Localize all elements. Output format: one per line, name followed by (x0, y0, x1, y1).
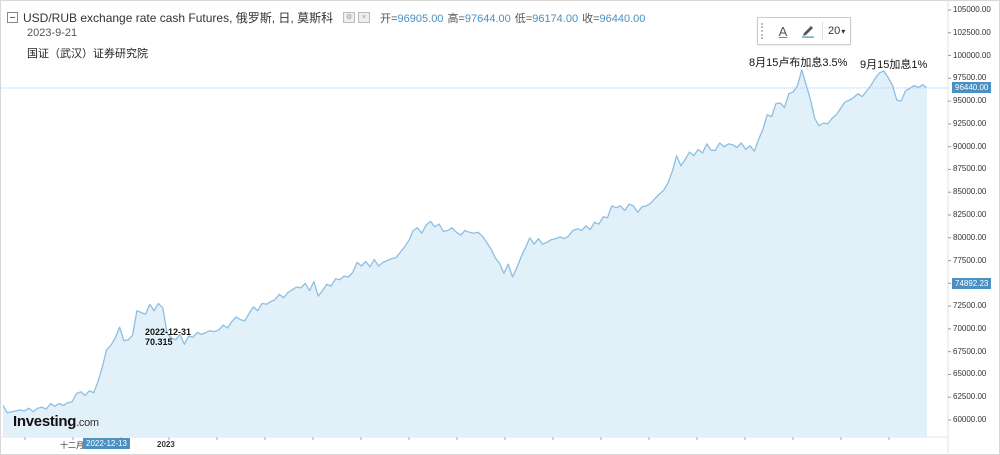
collapse-icon[interactable] (7, 12, 18, 23)
y-tick-label: 77500.00 (953, 255, 987, 265)
settings-icon[interactable]: ⚙ (343, 12, 356, 23)
y-tick-label: 100000.00 (953, 50, 991, 60)
ohlc-low: 低=96174.00 (514, 12, 579, 25)
ohlc-close: 收=96440.00 (582, 12, 646, 25)
ohlc-open: 开=96905.00 (380, 12, 444, 25)
last-price-tag: 96440.00 (952, 81, 992, 93)
crosshair-price-tag: 74892.23 (952, 278, 992, 290)
font-size-select[interactable]: 20 (828, 25, 840, 37)
y-tick-label: 102500.00 (953, 27, 991, 37)
drag-handle-icon[interactable] (761, 23, 769, 39)
date-label: 2023-9-21 (27, 27, 78, 39)
y-tick-label: 60000.00 (953, 415, 987, 424)
y-tick-label: 82500.00 (953, 210, 987, 219)
y-tick-label: 65000.00 (953, 369, 987, 379)
crosshair-date: 2022-12-31 (145, 327, 192, 337)
chart-title: USD/RUB exchange rate cash Futures, 俄罗斯,… (23, 11, 334, 25)
y-tick-label: 95000.00 (953, 96, 987, 106)
y-tick-label: 92500.00 (953, 118, 987, 128)
y-tick-label: 87500.00 (953, 164, 987, 174)
y-tick-label: 97500.00 (953, 73, 987, 83)
investing-logo: Investing.com (13, 413, 99, 430)
series-area-fill (3, 70, 927, 437)
chart-header: USD/RUB exchange rate cash Futures, 俄罗斯,… (7, 9, 645, 26)
x-tick-label: 2023 (157, 440, 175, 449)
y-tick-label: 85000.00 (953, 187, 987, 197)
y-tick-label: 62500.00 (953, 392, 987, 402)
crosshair-tooltip: 2022-12-31 70.315 (145, 327, 191, 347)
annotation-sep15: 9月15加息1% (860, 59, 928, 71)
annotation-aug15: 8月15卢布加息3.5% (749, 57, 848, 69)
x-tick-label: 十二月 (60, 441, 84, 450)
y-tick-label: 70000.00 (953, 323, 987, 333)
y-tick-label: 67500.00 (953, 346, 987, 356)
ohlc-high: 高=97644.00 (447, 12, 511, 25)
series-controls: ⚙ × (343, 12, 371, 23)
crosshair-value: 70.315 (145, 337, 173, 347)
y-tick-label: 90000.00 (953, 141, 987, 151)
source-label: 国证（武汉）证券研究院 (27, 48, 148, 60)
y-tick-label: 80000.00 (953, 232, 987, 242)
pencil-button[interactable] (797, 20, 819, 42)
text-tool-button[interactable]: A (772, 20, 794, 42)
chart-plot[interactable] (0, 0, 1000, 455)
close-icon[interactable]: × (358, 12, 371, 23)
text-color-icon: A (778, 23, 788, 39)
toolbar-divider (822, 22, 823, 40)
drawing-toolbar: A 20 ▾ (757, 17, 851, 45)
y-tick-label: 72500.00 (953, 301, 987, 311)
chevron-down-icon[interactable]: ▾ (841, 27, 845, 36)
x-crosshair-date: 2022-12-13 (83, 438, 130, 449)
y-tick-label: 105000.00 (953, 5, 991, 14)
pencil-icon (802, 26, 814, 38)
